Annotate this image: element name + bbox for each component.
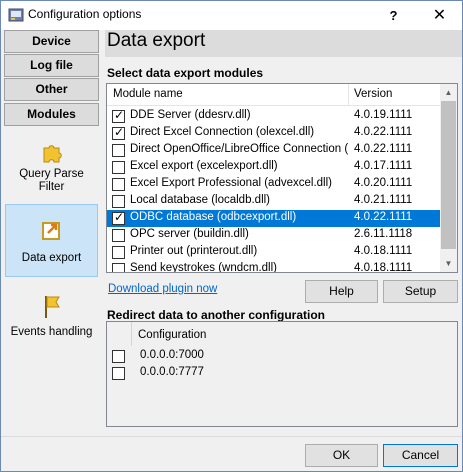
vertical-scrollbar[interactable]: ▲ ▼ — [440, 84, 457, 272]
module-checkbox[interactable] — [112, 246, 125, 259]
module-version: 2.6.11.1118 — [354, 228, 413, 240]
sidebar-item-label: Data export — [21, 252, 82, 264]
module-row[interactable]: ✓ Direct Excel Connection (olexcel.dll) … — [107, 125, 440, 142]
scroll-down-icon[interactable]: ▼ — [440, 255, 457, 272]
redirect-row[interactable]: 0.0.0.0:7000 — [107, 348, 447, 365]
module-row[interactable]: Excel export (excelexport.dll) 4.0.17.11… — [107, 159, 440, 176]
column-module-name[interactable]: Module name — [113, 88, 183, 100]
module-name: Printer out (printerout.dll) — [130, 245, 258, 257]
sidebar-item-events-handling[interactable]: Events handling — [5, 290, 98, 346]
configuration-window: Configuration options ? ✕ Device Log fil… — [0, 0, 463, 472]
column-version[interactable]: Version — [354, 88, 392, 100]
module-checkbox[interactable] — [112, 195, 125, 208]
check-icon: ✓ — [114, 108, 125, 122]
module-checkbox[interactable]: ✓ — [112, 210, 125, 225]
title-bar: Configuration options ? ✕ — [1, 1, 462, 30]
redirect-name: 0.0.0.0:7777 — [140, 366, 204, 378]
scroll-up-icon[interactable]: ▲ — [440, 84, 457, 101]
module-row[interactable]: Excel Export Professional (advexcel.dll)… — [107, 176, 440, 193]
export-arrow-icon — [41, 222, 60, 240]
module-version: 4.0.22.1111 — [354, 126, 413, 138]
list-header: Module name Version — [107, 84, 440, 106]
cancel-button[interactable]: Cancel — [383, 444, 458, 467]
sidebar-item-label: Filter — [38, 181, 65, 193]
column-configuration[interactable]: Configuration — [138, 329, 206, 341]
sidebar-item-data-export[interactable]: Data export — [5, 204, 98, 277]
module-name: DDE Server (ddesrv.dll) — [130, 109, 251, 121]
download-plugin-link[interactable]: Download plugin now — [108, 283, 217, 295]
footer-divider — [1, 436, 462, 437]
redirect-row[interactable]: 0.0.0.0:7777 — [107, 365, 447, 382]
tab-modules[interactable]: Modules — [4, 103, 99, 126]
check-icon: ✓ — [114, 210, 125, 224]
sidebar: Device Log file Other Modules Query Pars… — [1, 30, 103, 436]
sidebar-item-label: Events handling — [10, 326, 93, 338]
module-row[interactable]: Direct OpenOffice/LibreOffice Connection… — [107, 142, 440, 159]
tab-other[interactable]: Other — [4, 78, 99, 101]
redirect-checkbox[interactable] — [112, 350, 125, 363]
flag-icon — [44, 296, 60, 318]
redirect-name: 0.0.0.0:7000 — [140, 349, 204, 361]
module-checkbox[interactable] — [112, 178, 125, 191]
column-separator — [348, 84, 349, 106]
module-name: OPC server (buildin.dll) — [130, 228, 249, 240]
tab-log-file[interactable]: Log file — [4, 54, 99, 77]
module-row[interactable]: Printer out (printerout.dll) 4.0.18.1111 — [107, 244, 440, 261]
page-title: Data export — [107, 30, 206, 51]
modules-section-label: Select data export modules — [107, 66, 264, 80]
scrollbar-thumb[interactable] — [441, 101, 456, 249]
redirect-checkbox[interactable] — [112, 367, 125, 380]
module-name: Excel export (excelexport.dll) — [130, 160, 278, 172]
help-button[interactable]: Help — [305, 280, 378, 303]
module-version: 4.0.19.1111 — [354, 109, 413, 121]
module-name: Direct Excel Connection (olexcel.dll) — [130, 126, 315, 138]
module-name: ODBC database (odbcexport.dll) — [130, 211, 297, 223]
module-row[interactable]: Local database (localdb.dll) 4.0.21.1111 — [107, 193, 440, 210]
module-version: 4.0.22.1111 — [354, 211, 413, 223]
help-title-button[interactable]: ? — [371, 1, 416, 30]
module-name: Send keystrokes (wndcm.dll) — [130, 262, 277, 273]
module-name: Excel Export Professional (advexcel.dll) — [130, 177, 332, 189]
redirect-section-label: Redirect data to another configuration — [107, 308, 326, 322]
redirect-list[interactable]: Configuration 0.0.0.0:7000 0.0.0.0:7777 — [106, 321, 458, 427]
module-row[interactable]: OPC server (buildin.dll) 2.6.11.1118 — [107, 227, 440, 244]
setup-button[interactable]: Setup — [383, 280, 458, 303]
module-version: 4.0.20.1111 — [354, 177, 413, 189]
ok-button[interactable]: OK — [305, 444, 378, 467]
module-checkbox[interactable] — [112, 263, 125, 272]
close-button[interactable]: ✕ — [417, 1, 462, 30]
modules-list[interactable]: Module name Version ✓ DDE Server (ddesrv… — [106, 83, 458, 273]
module-version: 4.0.17.1111 — [354, 160, 413, 172]
sidebar-item-query-parse-filter[interactable]: Query Parse Filter — [5, 136, 98, 200]
module-version: 4.0.18.1111 — [354, 262, 413, 273]
module-version: 4.0.18.1111 — [354, 245, 413, 257]
tab-device[interactable]: Device — [4, 30, 99, 53]
column-separator — [131, 322, 132, 346]
module-version: 4.0.21.1111 — [354, 194, 413, 206]
module-checkbox[interactable]: ✓ — [112, 108, 125, 123]
module-row[interactable]: ✓ DDE Server (ddesrv.dll) 4.0.19.1111 — [107, 108, 440, 125]
module-version: 4.0.22.1111 — [354, 143, 413, 155]
module-row-selected[interactable]: ✓ ODBC database (odbcexport.dll) 4.0.22.… — [107, 210, 440, 227]
module-checkbox[interactable] — [112, 144, 125, 157]
puzzle-icon — [43, 145, 62, 163]
app-gear-icon — [8, 8, 24, 22]
window-title: Configuration options — [28, 7, 142, 21]
module-name: Direct OpenOffice/LibreOffice Connection… — [130, 143, 348, 155]
module-checkbox[interactable] — [112, 229, 125, 242]
module-checkbox[interactable]: ✓ — [112, 125, 125, 140]
module-row[interactable]: Send keystrokes (wndcm.dll) 4.0.18.1111 — [107, 261, 440, 273]
sidebar-item-label: Query Parse — [19, 168, 84, 180]
module-checkbox[interactable] — [112, 161, 125, 174]
module-name: Local database (localdb.dll) — [130, 194, 271, 206]
check-icon: ✓ — [114, 125, 125, 139]
